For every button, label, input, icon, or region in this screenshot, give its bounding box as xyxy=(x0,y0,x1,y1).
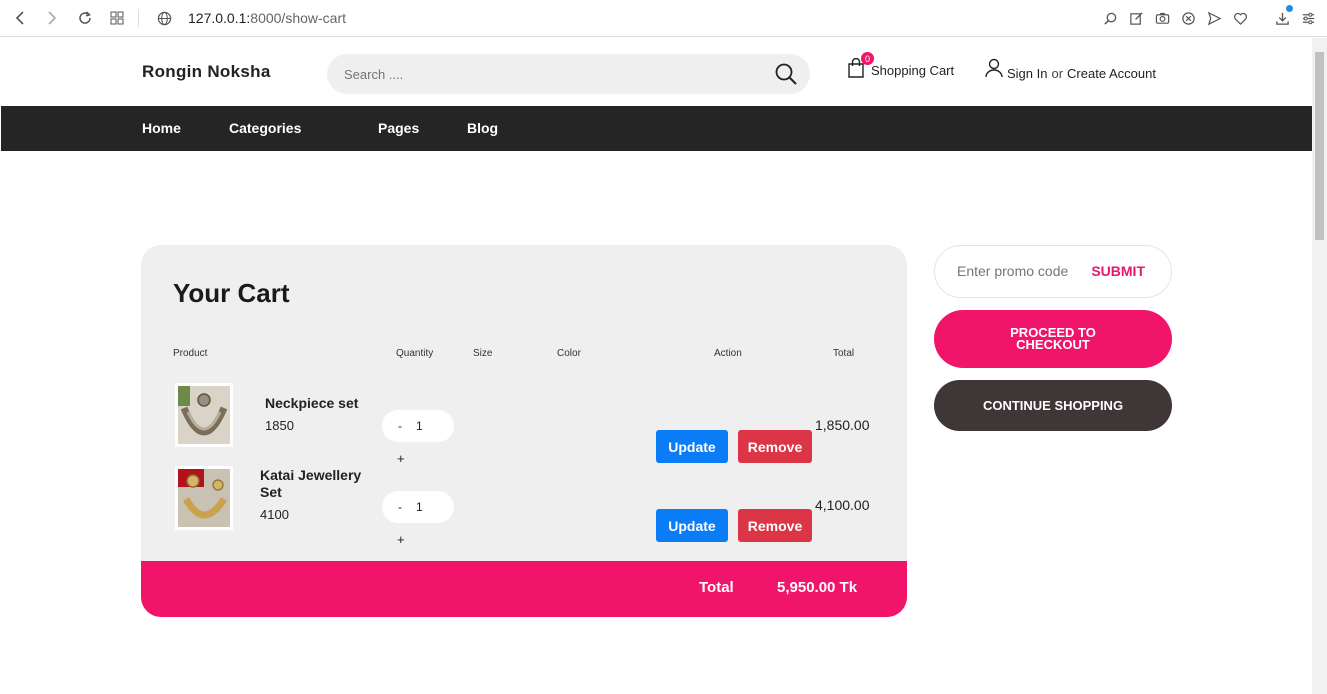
column-header-action: Action xyxy=(714,348,742,359)
column-header-color: Color xyxy=(557,348,581,359)
download-dot xyxy=(1286,5,1293,12)
back-icon[interactable] xyxy=(10,8,30,28)
heart-icon[interactable] xyxy=(1231,9,1249,27)
zoom-search-icon[interactable] xyxy=(1101,9,1119,27)
address-bar[interactable]: 127.0.0.1:8000/show-cart xyxy=(188,10,346,26)
quantity-stepper[interactable]: - 1 xyxy=(382,410,454,442)
update-button[interactable]: Update xyxy=(656,509,728,542)
send-icon[interactable] xyxy=(1205,9,1223,27)
search-bar xyxy=(327,54,810,94)
cart-label: Shopping Cart xyxy=(871,63,955,78)
remove-button[interactable]: Remove xyxy=(738,430,812,463)
row-total: 1,850.00 xyxy=(815,417,870,433)
account-links: Sign In or Create Account xyxy=(985,58,1156,81)
search-input[interactable] xyxy=(344,66,744,82)
user-icon xyxy=(985,58,1003,81)
product-image-katai[interactable] xyxy=(175,466,233,530)
quantity-increase-button[interactable]: + xyxy=(397,532,405,547)
product-name[interactable]: Katai Jewellery Set xyxy=(260,467,380,501)
cart-total-bar: Total 5,950.00 Tk xyxy=(141,561,907,617)
camera-icon[interactable] xyxy=(1153,9,1171,27)
download-icon[interactable] xyxy=(1273,5,1293,27)
nav-item-pages[interactable]: Pages xyxy=(378,120,419,136)
cart-panel: Your Cart Product Quantity Size Color Ac… xyxy=(141,245,907,617)
settings-sliders-icon[interactable] xyxy=(1299,9,1317,27)
globe-icon xyxy=(154,8,174,28)
column-header-product: Product xyxy=(173,348,208,359)
shopping-cart-link[interactable]: 0 Shopping Cart xyxy=(847,52,955,78)
product-image-neckpiece[interactable] xyxy=(175,383,233,447)
url-host: 127.0.0.1: xyxy=(188,10,251,26)
page-scrollbar[interactable] xyxy=(1312,38,1327,694)
quantity-increase-button[interactable]: + xyxy=(397,451,405,466)
quantity-value[interactable]: 1 xyxy=(416,500,423,514)
row-total: 4,100.00 xyxy=(815,497,870,513)
cart-bag-icon: 0 xyxy=(847,52,874,78)
continue-shopping-button[interactable]: CONTINUE SHOPPING xyxy=(934,380,1172,431)
quantity-decrease-button[interactable]: - xyxy=(398,419,412,433)
cart-title: Your Cart xyxy=(173,278,290,308)
reload-icon[interactable] xyxy=(75,8,95,28)
create-account-link[interactable]: Create Account xyxy=(1067,66,1156,81)
nav-item-home[interactable]: Home xyxy=(142,120,181,136)
site-header: Rongin Noksha 0 Shopping Cart Sign In or… xyxy=(0,38,1312,106)
url-path: 8000/show-cart xyxy=(250,10,346,26)
edit-icon[interactable] xyxy=(1127,9,1145,27)
proceed-to-checkout-button[interactable]: PROCEED TO CHECKOUT xyxy=(934,310,1172,368)
quantity-value[interactable]: 1 xyxy=(416,419,423,433)
nav-item-blog[interactable]: Blog xyxy=(467,120,498,136)
apps-grid-icon[interactable] xyxy=(107,8,127,28)
brand-logo[interactable]: Rongin Noksha xyxy=(142,62,271,82)
promo-submit-button[interactable]: SUBMIT xyxy=(1091,263,1145,279)
forward-icon[interactable] xyxy=(42,8,62,28)
promo-code-box: SUBMIT xyxy=(934,245,1172,298)
column-header-size: Size xyxy=(473,348,493,359)
search-icon[interactable] xyxy=(774,62,798,86)
remove-button[interactable]: Remove xyxy=(738,509,812,542)
nav-item-categories[interactable]: Categories xyxy=(229,120,301,136)
quantity-stepper[interactable]: - 1 xyxy=(382,491,454,523)
total-label: Total xyxy=(699,579,734,596)
column-header-total: Total xyxy=(833,348,855,359)
toolbar-divider xyxy=(138,9,139,27)
toolbar-right xyxy=(1101,5,1317,27)
cart-count-badge: 0 xyxy=(861,52,874,65)
quantity-decrease-button[interactable]: - xyxy=(398,500,412,514)
browser-toolbar: 127.0.0.1:8000/show-cart xyxy=(0,0,1327,37)
update-button[interactable]: Update xyxy=(656,430,728,463)
main-nav: Home Categories Pages Blog xyxy=(1,106,1312,151)
total-value: 5,950.00 Tk xyxy=(777,579,858,596)
checkout-label: PROCEED TO CHECKOUT xyxy=(1010,325,1096,352)
sign-in-link[interactable]: Sign In xyxy=(1007,66,1047,81)
product-price: 4100 xyxy=(260,507,289,522)
scrollbar-thumb[interactable] xyxy=(1315,52,1324,240)
column-header-quantity: Quantity xyxy=(396,348,434,359)
promo-code-input[interactable] xyxy=(957,263,1087,279)
block-icon[interactable] xyxy=(1179,9,1197,27)
or-text: or xyxy=(1051,66,1064,81)
product-price: 1850 xyxy=(265,418,294,433)
product-name[interactable]: Neckpiece set xyxy=(265,395,358,412)
